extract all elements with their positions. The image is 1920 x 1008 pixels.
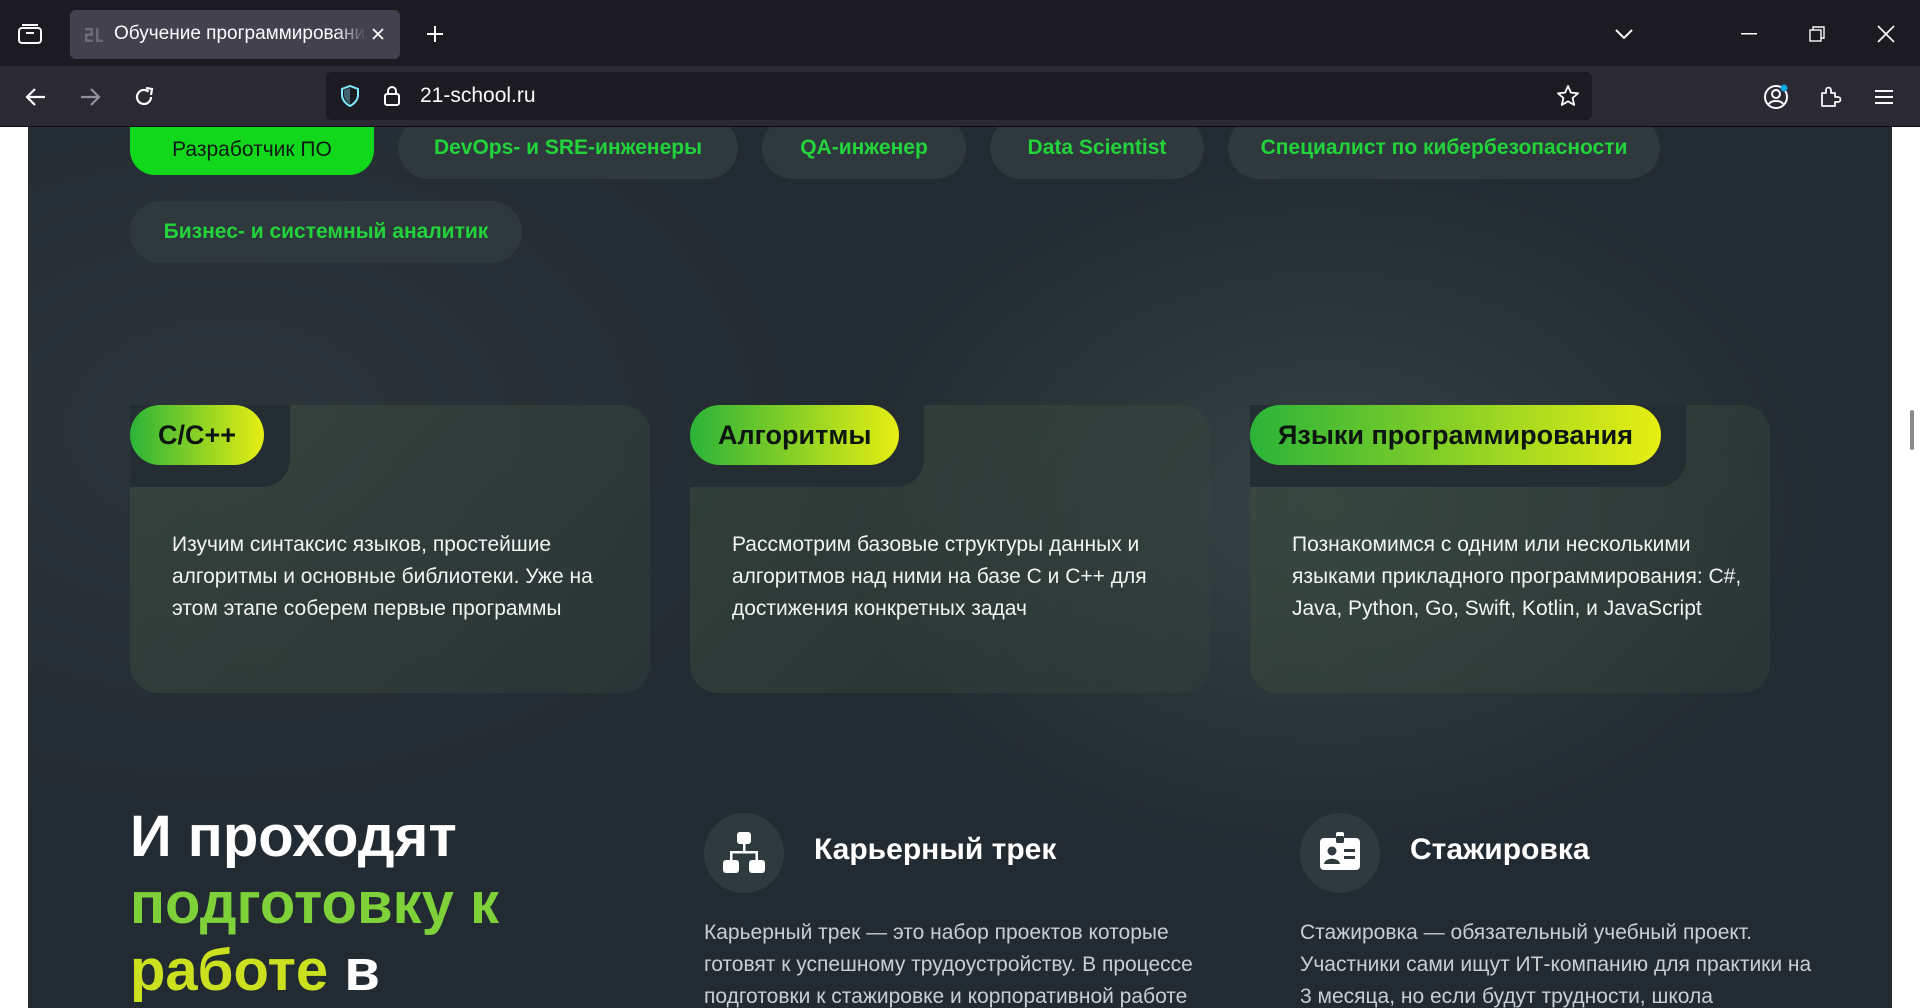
account-icon	[1764, 84, 1788, 109]
extensions-button[interactable]	[1812, 79, 1848, 115]
close-window-button[interactable]	[1868, 16, 1904, 52]
minimize-button[interactable]	[1731, 16, 1767, 52]
card-description: Рассмотрим базовые структуры данных и ал…	[732, 533, 1147, 620]
chevron-down-icon	[1615, 29, 1633, 40]
heading-highlight: работе	[130, 938, 329, 1003]
reload-button[interactable]	[126, 79, 162, 115]
card-tag: Алгоритмы	[690, 405, 900, 465]
new-tab-button[interactable]	[418, 17, 452, 51]
menu-button[interactable]	[1866, 79, 1902, 115]
tab-bar: Обучение программированию	[0, 0, 1920, 66]
heading-line-1: И проходят	[130, 804, 457, 869]
tracking-protection-shield-icon[interactable]	[338, 84, 362, 108]
back-button[interactable]	[18, 79, 54, 115]
card-description: Изучим синтаксис языков, простейшие алго…	[172, 533, 593, 620]
minimize-icon	[1741, 33, 1757, 35]
profession-tab-software-developer[interactable]: Разработчик ПО	[130, 127, 374, 175]
feature-description: Стажировка — обязательный учебный проект…	[1300, 921, 1812, 1008]
restore-button[interactable]	[1799, 16, 1835, 52]
site-content: Разработчик ПО DevOps- и SRE-инженеры QA…	[28, 127, 1892, 1008]
puzzle-icon	[1821, 86, 1842, 107]
url-text[interactable]: 21-school.ru	[420, 84, 536, 108]
reload-icon	[135, 86, 154, 106]
profession-tab-cybersecurity[interactable]: Специалист по кибербезопасности	[1228, 127, 1660, 179]
id-badge-icon	[1300, 813, 1380, 893]
course-card-languages: Языки программирования Познакомимся с од…	[1250, 405, 1770, 693]
tab-active[interactable]: Обучение программированию	[70, 10, 400, 59]
list-all-tabs-button[interactable]	[1606, 16, 1642, 52]
account-button[interactable]	[1758, 79, 1794, 115]
page-viewport: Разработчик ПО DevOps- и SRE-инженеры QA…	[0, 127, 1920, 1008]
profession-tab-devops[interactable]: DevOps- и SRE-инженеры	[398, 127, 738, 179]
section-heading: И проходят подготовку к работе в	[130, 803, 499, 1004]
navigation-toolbar: 21-school.ru	[0, 66, 1920, 127]
profession-tab-analyst[interactable]: Бизнес- и системный аналитик	[130, 201, 522, 263]
tab-list-icon	[18, 24, 42, 44]
forward-button[interactable]	[72, 79, 108, 115]
bookmark-star-icon[interactable]	[1556, 84, 1580, 108]
sitemap-icon	[704, 813, 784, 893]
tab-close-button[interactable]	[366, 22, 390, 46]
lock-icon[interactable]	[380, 84, 404, 108]
card-tag: Языки программирования	[1250, 405, 1661, 465]
address-bar[interactable]: 21-school.ru	[326, 72, 1592, 120]
profession-tab-qa[interactable]: QA-инженер	[762, 127, 966, 179]
arrow-left-icon	[25, 88, 45, 106]
restore-icon	[1809, 26, 1825, 42]
tab-list-button[interactable]	[14, 18, 46, 50]
course-card-algorithms: Алгоритмы Рассмотрим базовые структуры д…	[690, 405, 1210, 693]
plus-icon	[427, 26, 443, 42]
close-icon	[372, 28, 384, 40]
profession-tab-data-scientist[interactable]: Data Scientist	[990, 127, 1204, 179]
heading-line-2: подготовку к	[130, 871, 500, 936]
page-scrollbar-thumb[interactable]	[1910, 410, 1914, 450]
course-card-c-cpp: C/C++ Изучим синтаксис языков, простейши…	[130, 405, 650, 693]
heading-line-3-tail: в	[344, 938, 380, 1003]
feature-title: Карьерный трек	[814, 833, 1057, 866]
hamburger-menu-icon	[1875, 90, 1893, 104]
tab-title: Обучение программированию	[114, 23, 366, 44]
feature-title: Стажировка	[1410, 833, 1590, 866]
card-tag: C/C++	[130, 405, 265, 465]
site-favicon-icon	[85, 28, 103, 42]
close-icon	[1877, 25, 1895, 43]
card-description: Познакомимся с одним или несколькими язы…	[1292, 533, 1742, 620]
feature-description: Карьерный трек — это набор проектов кото…	[704, 921, 1193, 1008]
arrow-right-icon	[81, 88, 101, 106]
